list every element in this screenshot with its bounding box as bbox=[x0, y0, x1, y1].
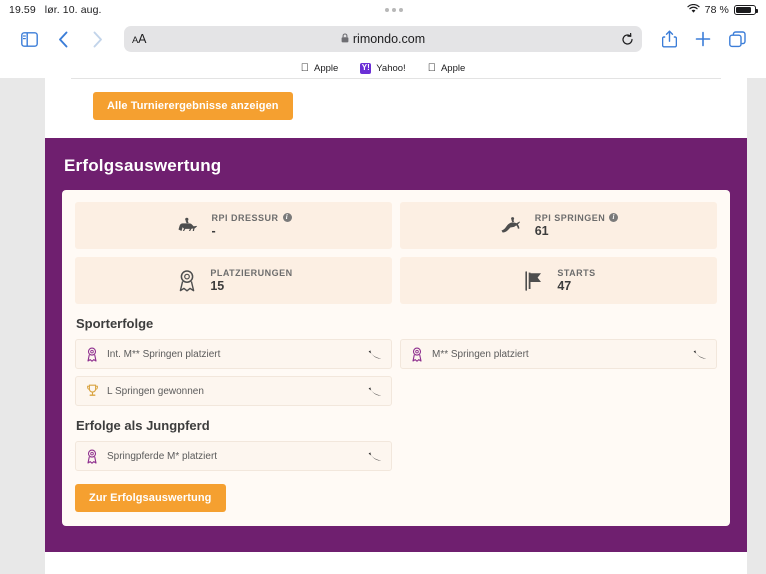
stat-label: STARTS bbox=[557, 268, 595, 278]
rosette-purple-icon bbox=[410, 346, 424, 362]
chevron-right-icon[interactable] bbox=[80, 24, 114, 54]
section-title-jungpferd: Erfolge als Jungpferd bbox=[76, 418, 210, 433]
rosette-icon bbox=[174, 268, 200, 294]
stat-value: 15 bbox=[210, 278, 225, 293]
status-time: 19.59 bbox=[9, 4, 36, 16]
achievement-label: Springpferde M* platziert bbox=[107, 450, 218, 462]
bookmark-item[interactable]: Y! Yahoo! bbox=[360, 62, 406, 74]
horseshoe-arrow-icon[interactable] bbox=[368, 349, 382, 360]
url-display: rimondo.com bbox=[124, 30, 642, 48]
show-all-tournament-results-button[interactable]: Alle Turnierergebnisse anzeigen bbox=[93, 92, 293, 120]
plus-icon[interactable] bbox=[686, 24, 720, 54]
erfolgsauswertung-panel: Erfolgsauswertung RPI DRESSUR i - RPI SP… bbox=[45, 138, 747, 552]
rosette-purple-icon bbox=[85, 448, 99, 464]
bookmark-label: Apple bbox=[309, 62, 338, 74]
info-icon[interactable]: i bbox=[282, 213, 292, 223]
yahoo-icon: Y! bbox=[360, 62, 372, 74]
stat-label: RPI DRESSUR i bbox=[211, 212, 292, 223]
page-bottom-whitespace bbox=[45, 552, 747, 574]
bookmark-item[interactable]:  Apple bbox=[301, 62, 339, 74]
page-gutter-left bbox=[0, 78, 45, 574]
row-spacer bbox=[400, 376, 717, 406]
browser-toolbar: AAAA rimondo.com bbox=[0, 20, 766, 58]
bookmark-label: Apple bbox=[432, 62, 465, 74]
panel-card: RPI DRESSUR i - RPI SPRINGEN i 61 PLATZI… bbox=[62, 190, 730, 526]
address-bar[interactable]: AAAA rimondo.com bbox=[124, 26, 642, 52]
achievement-row[interactable]: Springpferde M* platziert bbox=[75, 441, 392, 471]
tabs-icon[interactable] bbox=[720, 24, 754, 54]
stat-rpi-springen: RPI SPRINGEN i 61 bbox=[400, 202, 717, 249]
trophy-gold-icon bbox=[85, 383, 99, 399]
ios-status-bar: 19.59 lør. 10. aug. 78 % bbox=[0, 0, 766, 20]
horseshoe-arrow-icon[interactable] bbox=[368, 451, 382, 462]
stat-label-text: PLATZIERUNGEN bbox=[210, 267, 293, 278]
page-gutter-right bbox=[747, 78, 766, 574]
stat-label-text: STARTS bbox=[557, 267, 596, 278]
status-date: lør. 10. aug. bbox=[44, 4, 102, 16]
text-size-button[interactable]: AAAA bbox=[132, 32, 146, 46]
status-bar-center bbox=[102, 8, 687, 12]
battery-percent: 78 % bbox=[704, 4, 729, 16]
achievement-label: L Springen gewonnen bbox=[107, 385, 204, 397]
web-page: Alle Turnierergebnisse anzeigen Erfolgsa… bbox=[45, 78, 747, 574]
stat-value: 61 bbox=[534, 223, 549, 238]
browser-viewport: Alle Turnierergebnisse anzeigen Erfolgsa… bbox=[0, 78, 766, 574]
row-spacer bbox=[400, 441, 717, 471]
sporterfolge-rows: Int. M** Springen platziert M** Springen… bbox=[75, 339, 717, 406]
horseshoe-arrow-icon[interactable] bbox=[693, 349, 707, 360]
status-bar-left: 19.59 lør. 10. aug. bbox=[9, 4, 102, 16]
stat-value: 47 bbox=[557, 278, 572, 293]
horseshoe-arrow-icon[interactable] bbox=[368, 386, 382, 397]
lock-icon bbox=[341, 30, 349, 48]
chevron-left-icon[interactable] bbox=[46, 24, 80, 54]
apple-icon:  bbox=[428, 62, 436, 74]
jungpferd-rows: Springpferde M* platziert bbox=[75, 441, 717, 471]
achievement-label: Int. M** Springen platziert bbox=[107, 348, 221, 360]
page-top-area: Alle Turnierergebnisse anzeigen bbox=[45, 78, 747, 138]
bookmarks-bar:  Apple Y! Yahoo!  Apple bbox=[0, 58, 766, 78]
stat-label-text: RPI SPRINGEN bbox=[534, 212, 606, 223]
more-dots-icon[interactable] bbox=[385, 8, 404, 12]
sidebar-toggle-icon[interactable] bbox=[12, 24, 46, 54]
flag-icon bbox=[521, 268, 547, 294]
reload-icon[interactable] bbox=[621, 32, 634, 46]
stat-label: RPI SPRINGEN i bbox=[535, 213, 619, 223]
achievement-row[interactable]: M** Springen platziert bbox=[400, 339, 717, 369]
bottom-button-area: Zur Erfolgsauswertung bbox=[75, 484, 717, 512]
url-text: rimondo.com bbox=[352, 32, 426, 46]
wifi-icon bbox=[687, 3, 700, 17]
info-icon[interactable]: i bbox=[609, 213, 619, 223]
stats-grid: RPI DRESSUR i - RPI SPRINGEN i 61 PLATZI… bbox=[75, 202, 717, 304]
stat-value: - bbox=[211, 223, 216, 238]
bookmark-label: Yahoo! bbox=[372, 62, 405, 74]
stat-starts: STARTS 47 bbox=[400, 257, 717, 304]
jumping-horse-icon bbox=[499, 213, 525, 239]
achievement-row[interactable]: Int. M** Springen platziert bbox=[75, 339, 392, 369]
stat-rpi-dressur: RPI DRESSUR i - bbox=[75, 202, 392, 249]
stat-label-text: RPI DRESSUR bbox=[211, 212, 279, 223]
achievement-row[interactable]: L Springen gewonnen bbox=[75, 376, 392, 406]
stat-platzierungen: PLATZIERUNGEN 15 bbox=[75, 257, 392, 304]
page-title: Erfolgsauswertung bbox=[64, 156, 222, 175]
bookmark-item[interactable]:  Apple bbox=[428, 62, 466, 74]
rosette-purple-icon bbox=[85, 346, 99, 362]
stat-label: PLATZIERUNGEN bbox=[210, 268, 292, 278]
share-icon[interactable] bbox=[652, 24, 686, 54]
section-title-sporterfolge: Sporterfolge bbox=[76, 316, 154, 331]
apple-icon:  bbox=[301, 62, 309, 74]
go-to-erfolgsauswertung-button[interactable]: Zur Erfolgsauswertung bbox=[75, 484, 226, 512]
status-bar-right: 78 % bbox=[687, 3, 759, 17]
achievement-label: M** Springen platziert bbox=[432, 348, 529, 360]
battery-icon bbox=[734, 4, 759, 16]
dressage-horse-icon bbox=[175, 213, 201, 239]
